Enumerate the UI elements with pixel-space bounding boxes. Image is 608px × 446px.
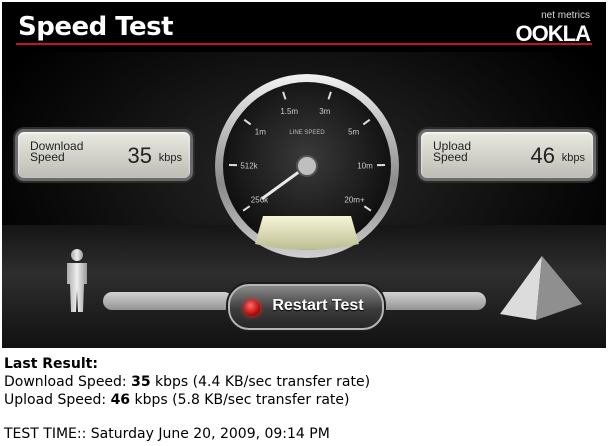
result-upload-value: 46 xyxy=(110,392,131,408)
upload-unit: kbps xyxy=(561,152,585,164)
result-upload-suffix: kbps (5.8 KB/sec transfer rate) xyxy=(130,392,350,408)
gauge-tick-label: 20m+ xyxy=(344,195,365,204)
speed-gauge: 256k512k1m1.5m 3m5m10m20m+ LINE SPEED xyxy=(215,74,399,258)
gauge-tick-label: 3m xyxy=(319,107,330,116)
pyramid-server-icon xyxy=(500,256,582,320)
gauge-center-label: LINE SPEED xyxy=(289,130,325,136)
last-result-heading: Last Result: xyxy=(4,356,98,372)
speed-test-app: Speed Test net metrics OOKLA Download Sp… xyxy=(2,2,606,348)
gauge-tick-label: 1.5m xyxy=(280,107,298,116)
upload-label-line2: Speed xyxy=(433,150,468,164)
gauge-tick-label: 10m xyxy=(357,161,373,170)
test-time: TEST TIME:: Saturday June 20, 2009, 09:1… xyxy=(4,426,330,442)
result-upload-line: Upload Speed: 46 kbps (5.8 KB/sec transf… xyxy=(4,391,370,409)
download-label: Download Speed xyxy=(30,140,83,164)
gauge-tick-label: 5m xyxy=(348,128,359,137)
gauge-hub xyxy=(296,155,318,177)
progress-track-left xyxy=(103,292,233,310)
download-speed-panel: Download Speed 35 kbps xyxy=(15,129,193,181)
restart-test-label: Restart Test xyxy=(272,297,364,314)
upload-label: Upload Speed xyxy=(433,140,471,164)
gauge-readout-screen xyxy=(255,216,359,250)
app-title: Speed Test xyxy=(18,12,174,42)
upload-value: 46 xyxy=(530,143,555,168)
download-value: 35 xyxy=(127,143,152,168)
restart-test-button[interactable]: Restart Test xyxy=(228,284,384,330)
download-unit: kbps xyxy=(158,152,182,164)
logo-wordmark: OOKLA xyxy=(515,21,591,46)
upload-speed-panel: Upload Speed 46 kbps xyxy=(418,129,596,181)
ookla-logo: net metrics OOKLA xyxy=(502,10,591,46)
gauge-tick-label: 1m xyxy=(255,128,266,137)
last-result-panel: Last Result: Download Speed: 35 kbps (4.… xyxy=(4,355,370,443)
test-stage: Download Speed 35 kbps Upload Speed 46 k… xyxy=(2,52,606,348)
download-label-line2: Speed xyxy=(30,150,65,164)
progress-track-right xyxy=(376,292,486,310)
person-icon xyxy=(67,249,87,312)
result-download-prefix: Download Speed: xyxy=(4,374,132,390)
result-download-value: 35 xyxy=(131,374,151,390)
logo-tagline: net metrics xyxy=(541,10,590,21)
result-upload-prefix: Upload Speed: xyxy=(4,392,111,408)
gauge-tick-label: 512k xyxy=(240,161,258,170)
result-download-suffix: kbps (4.4 KB/sec transfer rate) xyxy=(150,374,371,390)
result-download-line: Download Speed: 35 kbps (4.4 KB/sec tran… xyxy=(4,373,370,391)
